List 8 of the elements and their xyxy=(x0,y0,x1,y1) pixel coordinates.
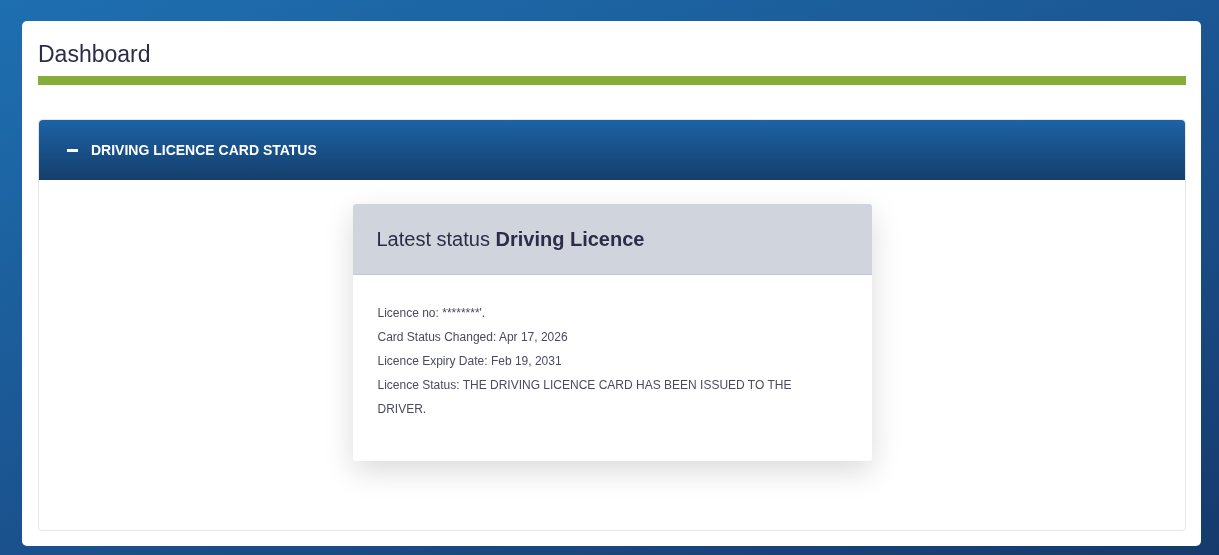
status-line: Licence Status: THE DRIVING LICENCE CARD HAS BEEN ISSUED TO THE DRIVER. xyxy=(377,377,793,418)
status-line: Licence Expiry Date: Feb 19, 2031 xyxy=(377,353,562,370)
panel-title: DRIVING LICENCE CARD STATUS xyxy=(91,142,317,158)
page-title: Dashboard xyxy=(38,41,151,68)
panel-header[interactable]: DRIVING LICENCE CARD STATUS xyxy=(39,120,1185,180)
status-line: Card Status Changed: Apr 17, 2026 xyxy=(377,329,568,346)
status-card-title: Latest status Driving Licence xyxy=(352,204,872,275)
status-line: Licence no: ********'. xyxy=(377,305,486,322)
